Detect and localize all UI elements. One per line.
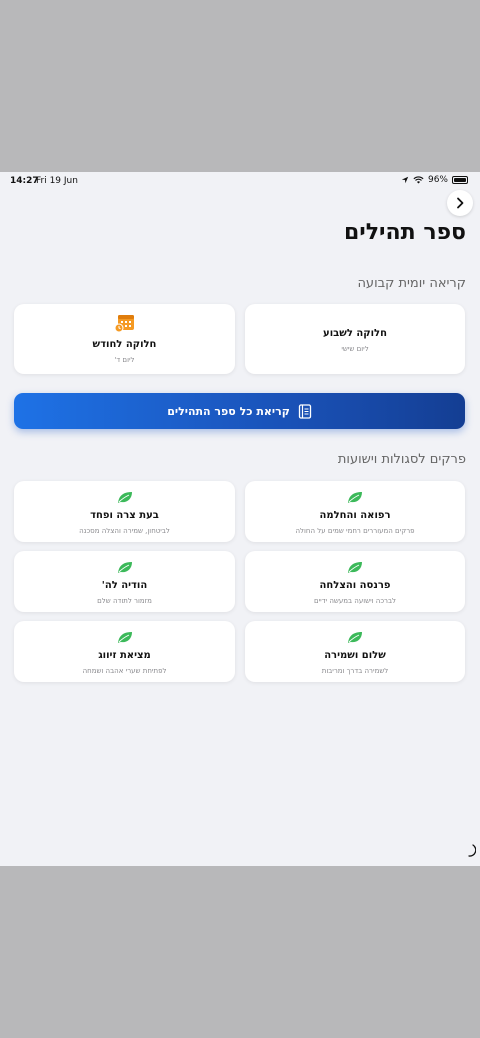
card-title: חלוקה לחודש: [92, 339, 157, 350]
segula-card[interactable]: רפואה והחלמה פרקים המעוררים רחמי שמים על …: [245, 481, 465, 542]
card-title: חלוקה לשבוע: [323, 328, 387, 339]
segula-card[interactable]: הודיה לה' מזמור לתודה שלם: [14, 551, 235, 612]
back-button[interactable]: [447, 190, 473, 216]
card-subtitle: לברכה וישועה במעשה ידיים: [313, 597, 397, 605]
card-weekly[interactable]: חלוקה לשבוע ליום שישי: [245, 304, 465, 374]
chevron-right-icon: [457, 197, 464, 209]
leaf-icon: [117, 492, 132, 503]
card-title: בעת צרה ופחד: [90, 510, 159, 521]
card-subtitle: ליום ד': [114, 356, 135, 364]
status-indicators: 96%: [401, 175, 468, 185]
segula-card[interactable]: מציאת זיווג לפתיחת שערי אהבה ושמחה: [14, 621, 235, 682]
status-time: 14:27: [10, 176, 39, 186]
leaf-icon: [117, 562, 132, 573]
card-subtitle: מזמור לתודה שלם: [97, 597, 152, 605]
page-title: ספר תהילים: [343, 220, 466, 245]
card-title: שלום ושמירה: [324, 650, 386, 661]
battery-fill: [454, 178, 466, 182]
section-title-segulot: פרקים לסגולות וישועות: [337, 452, 466, 467]
card-subtitle: ליום שישי: [341, 345, 369, 353]
card-title: רפואה והחלמה: [319, 510, 391, 521]
leaf-icon: [117, 632, 132, 643]
loading-spinner-icon: [468, 844, 476, 857]
card-title: מציאת זיווג: [98, 650, 151, 661]
card-subtitle: לפתיחת שערי אהבה ושמחה: [82, 667, 167, 675]
battery-icon: [452, 176, 468, 184]
battery-percent: 96%: [427, 175, 448, 185]
app-screen: 14:27 Fri 19 Jun 96% ספר תהילים קריאה יו…: [0, 172, 480, 866]
segula-card[interactable]: פרנסה והצלחה לברכה וישועה במעשה ידיים: [245, 551, 465, 612]
section-title-fixed: קריאה יומית קבועה: [357, 276, 466, 291]
read-all-label: קריאת כל ספר התהילים: [167, 404, 290, 418]
card-monthly[interactable]: חלוקה לחודש ליום ד': [14, 304, 235, 374]
top-letterbox: [0, 0, 480, 172]
status-bar: 14:27 Fri 19 Jun 96%: [0, 172, 480, 192]
book-icon: [298, 403, 311, 419]
leaf-icon: [348, 632, 362, 643]
leaf-icon: [348, 492, 362, 503]
location-icon: [401, 176, 409, 184]
status-date: Fri 19 Jun: [36, 176, 78, 186]
calendar-icon: [114, 315, 134, 333]
segula-card[interactable]: בעת צרה ופחד לביטחון, שמירה והצלה מסכנה: [14, 481, 235, 542]
wifi-icon: [413, 176, 424, 184]
read-all-button[interactable]: קריאת כל ספר התהילים: [14, 393, 465, 429]
card-title: הודיה לה': [101, 580, 148, 591]
card-title: פרנסה והצלחה: [319, 580, 391, 591]
bottom-letterbox: [0, 866, 480, 1038]
card-subtitle: לשמירה בדרך ומריבות: [321, 667, 389, 675]
card-subtitle: פרקים המעוררים רחמי שמים על החולה: [295, 527, 415, 535]
leaf-icon: [348, 562, 362, 573]
segula-card[interactable]: שלום ושמירה לשמירה בדרך ומריבות: [245, 621, 465, 682]
card-subtitle: לביטחון, שמירה והצלה מסכנה: [79, 527, 170, 535]
